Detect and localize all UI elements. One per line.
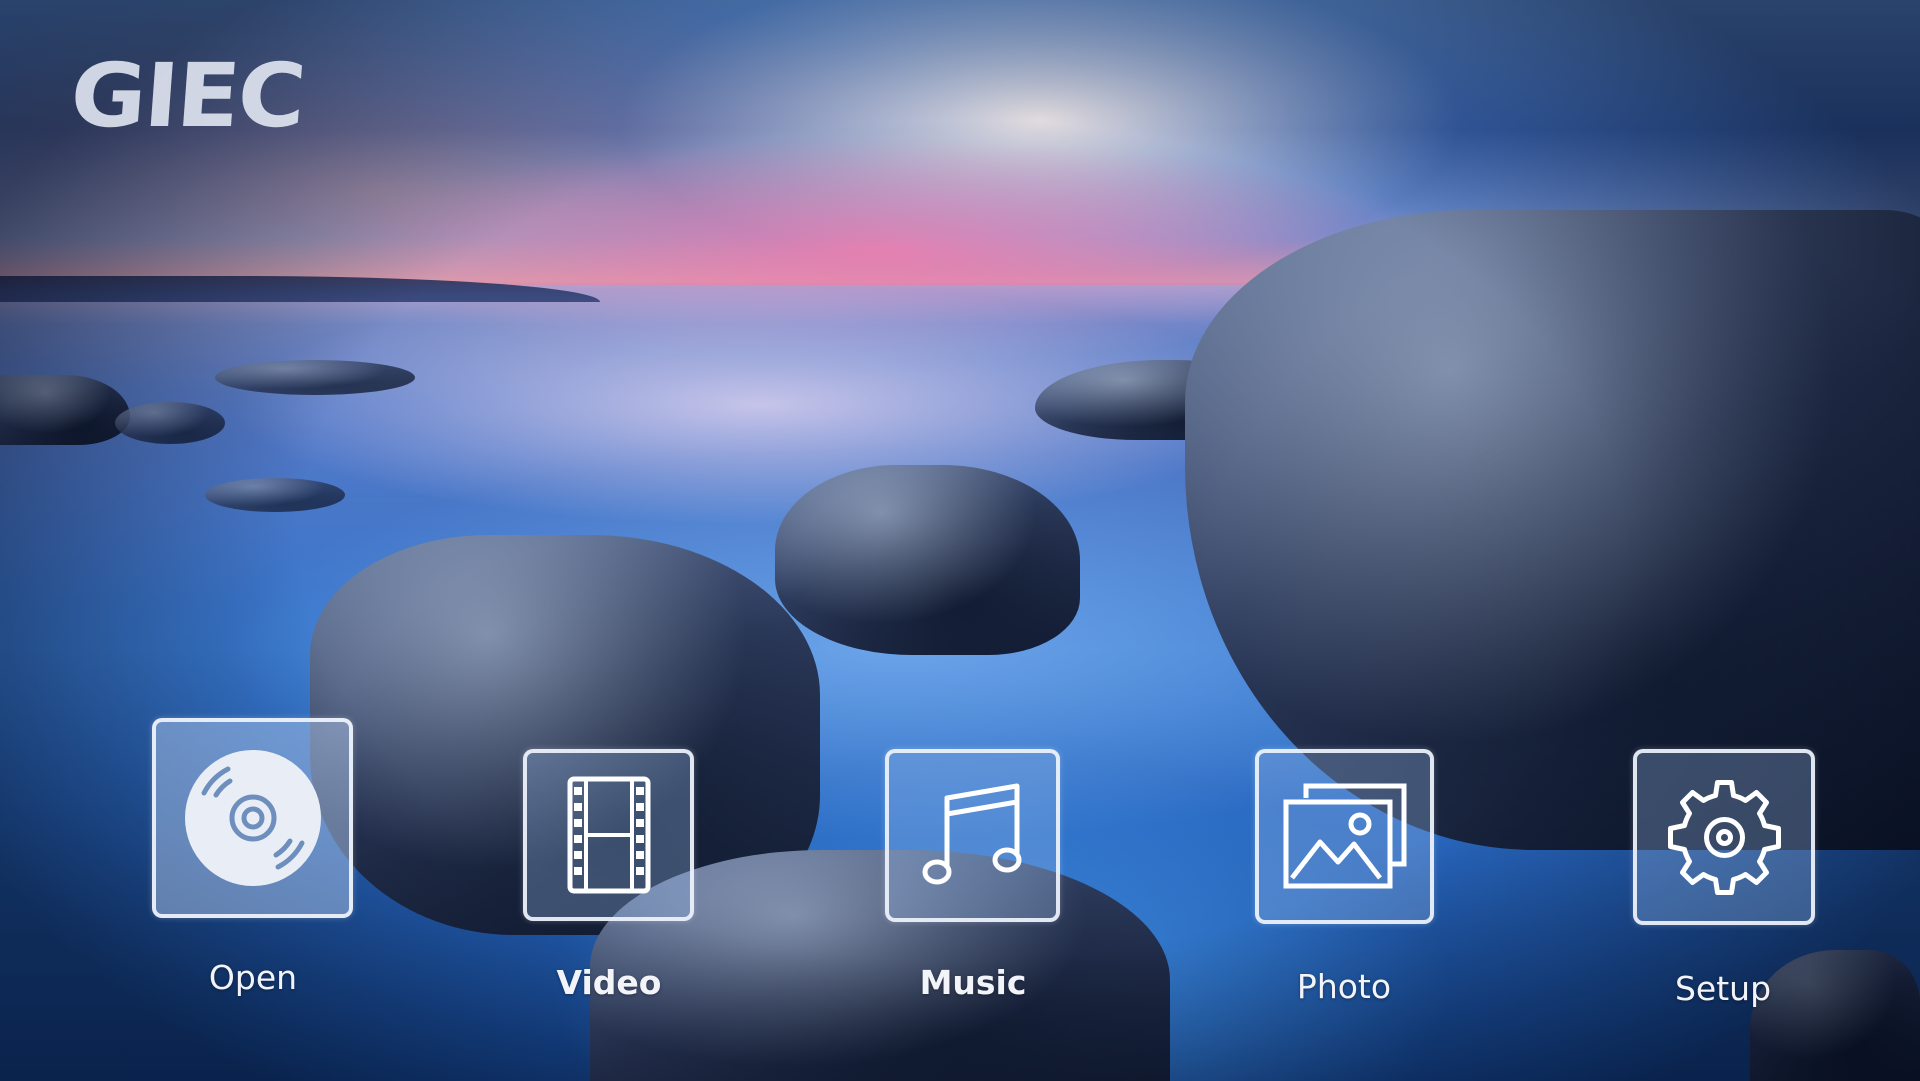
background-rock xyxy=(115,402,225,444)
photo-icon xyxy=(1280,782,1410,892)
disc-icon xyxy=(178,743,328,893)
open-tile[interactable] xyxy=(152,718,353,918)
music-tile[interactable] xyxy=(885,749,1060,922)
open-label: Open xyxy=(208,958,298,997)
photo-tile[interactable] xyxy=(1255,749,1434,924)
video-label: Video xyxy=(556,963,662,1002)
photo-label: Photo xyxy=(1296,967,1392,1006)
home-screen: GIEC Open Video Music Photo Setup xyxy=(0,0,1920,1081)
video-tile[interactable] xyxy=(523,749,694,921)
music-label: Music xyxy=(919,963,1027,1002)
music-note-icon xyxy=(913,776,1033,896)
setup-label: Setup xyxy=(1674,969,1772,1008)
background-rock xyxy=(775,465,1080,655)
background-horizon xyxy=(0,276,600,302)
gear-icon xyxy=(1662,775,1787,900)
background-rock xyxy=(205,478,345,512)
background-rock xyxy=(215,360,415,395)
setup-tile[interactable] xyxy=(1633,749,1815,925)
giec-logo: GIEC xyxy=(67,44,308,147)
film-strip-icon xyxy=(564,775,654,895)
